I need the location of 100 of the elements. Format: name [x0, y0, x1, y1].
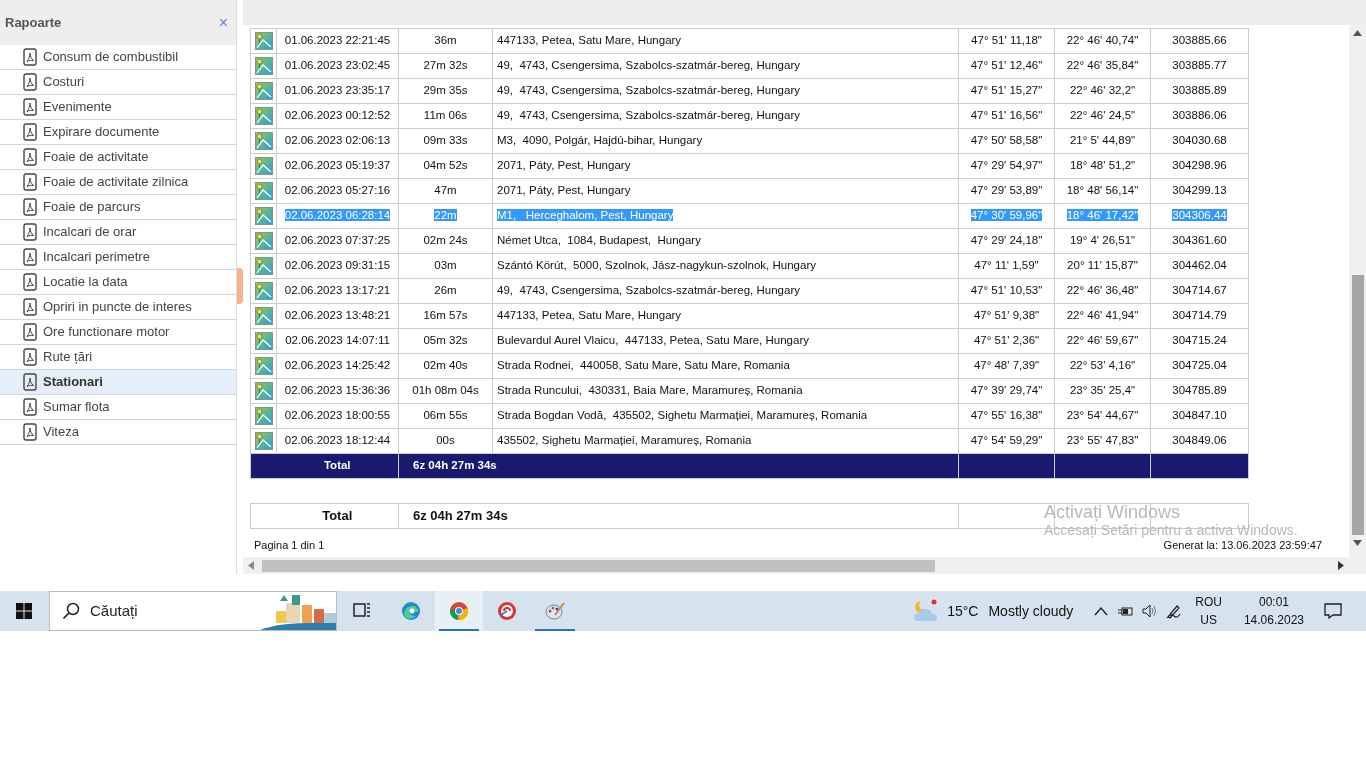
map-icon[interactable] [254, 82, 273, 100]
generated-date: Generat la: 13.06.2023 23:59:47 [1163, 538, 1322, 553]
sidebar-item[interactable]: Stationari [0, 370, 236, 395]
sidebar-item[interactable]: Foaie de activitate [0, 145, 236, 170]
palette-icon [545, 601, 565, 621]
clock[interactable]: 00:01 14.06.2023 [1243, 593, 1304, 629]
table-cell: 47° 51' 12,46" [958, 53, 1055, 79]
page-info: Pagina 1 din 1 [254, 538, 325, 553]
table-cell: 02.06.2023 14:07:11 [276, 328, 399, 354]
scroll-right-icon[interactable] [1338, 561, 1344, 570]
table-cell: 11m 06s [398, 103, 493, 129]
taskbar-app[interactable] [435, 591, 483, 631]
map-icon[interactable] [254, 107, 273, 125]
table-cell: M3, 4090, Polgár, Hajdú-bihar, Hungary [492, 128, 959, 154]
sidebar-item[interactable]: Consum de combustibil [0, 45, 236, 70]
map-icon[interactable] [254, 57, 273, 75]
speaker-icon[interactable] [1141, 603, 1158, 619]
sidebar-item[interactable]: Opriri in puncte de interes [0, 295, 236, 320]
table-cell: 09m 33s [398, 128, 493, 154]
table-cell: 47° 54' 59,29" [958, 428, 1055, 454]
sidebar-item[interactable]: Incalcari de orar [0, 220, 236, 245]
sidebar-item[interactable]: Expirare documente [0, 120, 236, 145]
table-cell: Szántó Körút, 5000, Szolnok, Jász-nagykun-szolnok, Hungary [492, 253, 959, 279]
map-icon[interactable] [254, 232, 273, 250]
table-cell: 47° 29' 24,18" [958, 228, 1055, 254]
table-cell: 2071, Páty, Pest, Hungary [492, 153, 959, 179]
table-cell: 303885.89 [1150, 78, 1249, 104]
table-cell: 03m [398, 253, 493, 279]
pdf-icon [23, 48, 37, 66]
table-cell: 02.06.2023 13:48:21 [276, 303, 399, 329]
map-icon[interactable] [254, 157, 273, 175]
language-indicator[interactable]: ROU US [1195, 593, 1222, 629]
pdf-icon [23, 73, 37, 91]
table-cell: 22° 46' 32,2" [1054, 78, 1151, 104]
activation-title: Activați Windows [1044, 503, 1182, 523]
map-icon[interactable] [254, 132, 273, 150]
map-icon[interactable] [254, 207, 273, 225]
pdf-icon [23, 323, 37, 341]
sidebar-item[interactable]: Foaie de activitate zilnica [0, 170, 236, 195]
map-icon[interactable] [254, 407, 273, 425]
pdf-icon [23, 123, 37, 141]
search-bar[interactable]: Căutați [49, 591, 337, 631]
total-value: 6z 04h 27m 34s [398, 453, 959, 479]
notification-icon[interactable] [1324, 602, 1342, 620]
collapse-handle[interactable] [237, 268, 243, 304]
table-cell: Strada Bogdan Vodă, 435502, Sighetu Marmației, Maramureș, Romania [492, 403, 959, 429]
scrollbar-thumb[interactable] [1351, 275, 1364, 535]
table-cell: 304030.68 [1150, 128, 1249, 154]
table-cell: 304725.04 [1150, 353, 1249, 379]
table-cell: 304299.13 [1150, 178, 1249, 204]
table-cell: 304298.96 [1150, 153, 1249, 179]
table-cell: 01.06.2023 23:02:45 [276, 53, 399, 79]
map-icon[interactable] [254, 382, 273, 400]
table-cell: 02.06.2023 18:00:55 [276, 403, 399, 429]
pdf-icon [23, 98, 37, 116]
sidebar-item[interactable]: Foaie de parcurs [0, 195, 236, 220]
pdf-icon [23, 398, 37, 416]
table-cell: 02m 40s [398, 353, 493, 379]
table-cell: 49, 4743, Csengersima, Szabolcs-szatmár-bereg, Hungary [492, 78, 959, 104]
table-cell: 23° 35' 25,4" [1054, 378, 1151, 404]
table-cell: 47° 51' 2,36" [958, 328, 1055, 354]
sidebar-item[interactable]: Evenimente [0, 95, 236, 120]
search-input[interactable]: Căutați [80, 598, 230, 624]
sidebar-item[interactable]: Locatie la data [0, 270, 236, 295]
sidebar-item[interactable]: Viteza [0, 420, 236, 445]
table-cell: 22° 46' 41,94" [1054, 303, 1151, 329]
table-cell: 36m [398, 28, 493, 54]
table-cell: 22° 46' 35,84" [1054, 53, 1151, 79]
map-icon[interactable] [254, 357, 273, 375]
scrollbar-thumb[interactable] [262, 559, 935, 572]
scroll-left-icon[interactable] [248, 561, 254, 570]
map-icon[interactable] [254, 257, 273, 275]
table-cell: 22° 46' 24,5" [1054, 103, 1151, 129]
sidebar-item[interactable]: Sumar flota [0, 395, 236, 420]
sidebar-item[interactable]: Ore functionare motor [0, 320, 236, 345]
map-icon[interactable] [254, 432, 273, 450]
table-cell: 21° 5' 44,89" [1054, 128, 1151, 154]
activation-message: Accesați Setări pentru a activa Windows. [1044, 522, 1298, 539]
pen-icon[interactable] [1165, 603, 1182, 619]
map-icon[interactable] [254, 182, 273, 200]
sidebar-item[interactable]: Incalcari perimetre [0, 245, 236, 270]
table-cell: 18° 48' 56,14" [1054, 178, 1151, 204]
table-cell: Bulevardul Aurel Vlaicu, 447133, Petea, Satu Mare, Hungary [492, 328, 959, 354]
map-icon[interactable] [254, 32, 273, 50]
table-cell: 22° 46' 59,67" [1054, 328, 1151, 354]
table-cell: 02.06.2023 00:12:52 [276, 103, 399, 129]
map-icon[interactable] [254, 307, 273, 325]
table-cell: 303885.66 [1150, 28, 1249, 54]
table-cell: 435502, Sighetu Marmației, Maramureș, Romania [492, 428, 959, 454]
map-icon[interactable] [254, 332, 273, 350]
scroll-down-icon[interactable] [1353, 540, 1362, 546]
table-cell: 47° 29' 54,97" [958, 153, 1055, 179]
map-icon[interactable] [254, 282, 273, 300]
sidebar-item[interactable]: Costuri [0, 70, 236, 95]
table-cell: 47° 50' 58,58" [958, 128, 1055, 154]
table-cell: 22° 46' 40,74" [1054, 28, 1151, 54]
weather-icon [913, 599, 940, 623]
browser-icon [401, 601, 421, 621]
scroll-up-icon[interactable] [1353, 30, 1362, 36]
table-cell: 02m 24s [398, 228, 493, 254]
